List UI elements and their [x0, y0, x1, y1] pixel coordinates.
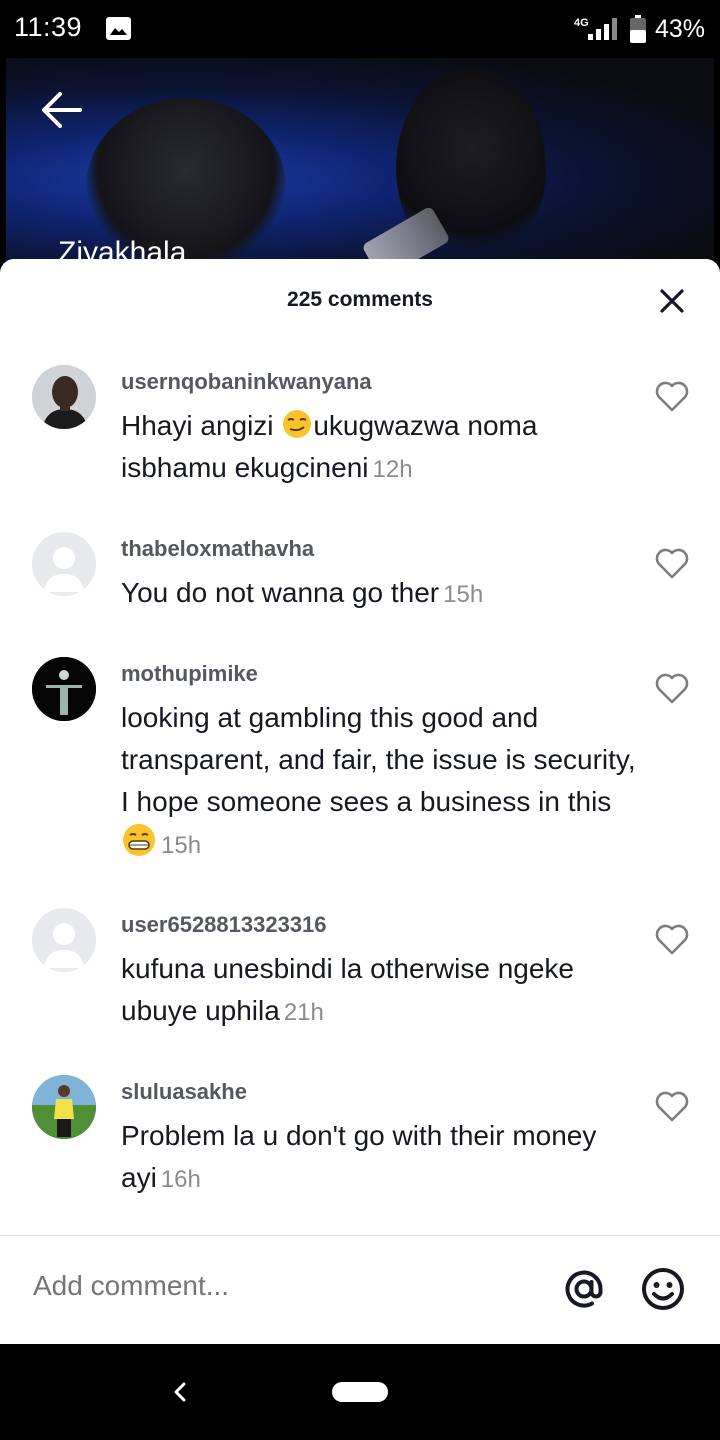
comment-username[interactable]: usernqobaninkwanyana — [121, 369, 372, 395]
comments-sheet: 225 comments usernqobaninkwanyana Hhayi … — [0, 259, 720, 1344]
mention-icon[interactable] — [560, 1265, 608, 1313]
avatar[interactable] — [32, 532, 96, 596]
comment-body: looking at gambling this good and transp… — [121, 702, 636, 817]
comment-body: kufuna unesbindi la otherwise ngeke ubuy… — [121, 953, 574, 1026]
comment-username[interactable]: mothupimike — [121, 661, 258, 687]
comment-text: looking at gambling this good and transp… — [121, 697, 641, 867]
smirk-emoji-icon — [283, 410, 312, 438]
divider — [0, 1235, 720, 1236]
gallery-notification-icon — [106, 17, 131, 40]
comment-time: 16h — [160, 1166, 201, 1193]
comment-text: kufuna unesbindi la otherwise ngeke ubuy… — [121, 948, 641, 1034]
grin-emoji-icon — [123, 824, 155, 856]
comment-username[interactable]: thabeloxmathavha — [121, 536, 314, 562]
comment-text: You do not wanna go ther 15h — [121, 572, 641, 616]
heart-icon[interactable] — [654, 379, 690, 413]
comment-body: Hhayi angizi — [121, 410, 282, 441]
comment-time: 15h — [443, 581, 484, 608]
comment-item: mothupimike looking at gambling this goo… — [0, 657, 720, 867]
system-nav-bar — [0, 1344, 720, 1440]
status-bar: 11:39 4G 43% — [0, 0, 720, 58]
comment-item: usernqobaninkwanyana Hhayi angizi ukugwa… — [0, 365, 720, 495]
heart-icon[interactable] — [654, 546, 690, 580]
battery-percent: 43% — [655, 15, 706, 43]
comment-text: Hhayi angizi ukugwazwa noma isbhamu ekug… — [121, 405, 641, 491]
comment-time: 15h — [161, 832, 202, 859]
comment-username[interactable]: sluluasakhe — [121, 1079, 247, 1105]
nav-back-icon[interactable] — [168, 1376, 192, 1408]
avatar[interactable] — [32, 1075, 96, 1139]
comment-body: You do not wanna go ther — [121, 577, 440, 608]
signal-icon — [588, 18, 617, 40]
close-icon[interactable] — [658, 287, 686, 315]
add-comment-input[interactable] — [33, 1270, 513, 1302]
avatar[interactable] — [32, 365, 96, 429]
nav-home-pill[interactable] — [332, 1382, 388, 1402]
status-time: 11:39 — [14, 12, 83, 42]
avatar[interactable] — [32, 657, 96, 721]
heart-icon[interactable] — [654, 671, 690, 705]
emoji-icon[interactable] — [639, 1265, 687, 1313]
battery-icon — [630, 15, 646, 43]
comment-item: sluluasakhe Problem la u don't go with t… — [0, 1075, 720, 1205]
heart-icon[interactable] — [654, 1089, 690, 1123]
avatar[interactable] — [32, 908, 96, 972]
comment-item: thabeloxmathavha You do not wanna go the… — [0, 532, 720, 622]
comments-count-title: 225 comments — [287, 288, 433, 311]
comment-text: Problem la u don't go with their money a… — [121, 1115, 641, 1201]
heart-icon[interactable] — [654, 922, 690, 956]
comment-username[interactable]: user6528813323316 — [121, 912, 327, 938]
comment-time: 12h — [372, 456, 413, 483]
comment-item: user6528813323316 kufuna unesbindi la ot… — [0, 908, 720, 1038]
back-arrow-icon[interactable] — [38, 88, 86, 132]
comment-time: 21h — [283, 999, 324, 1026]
